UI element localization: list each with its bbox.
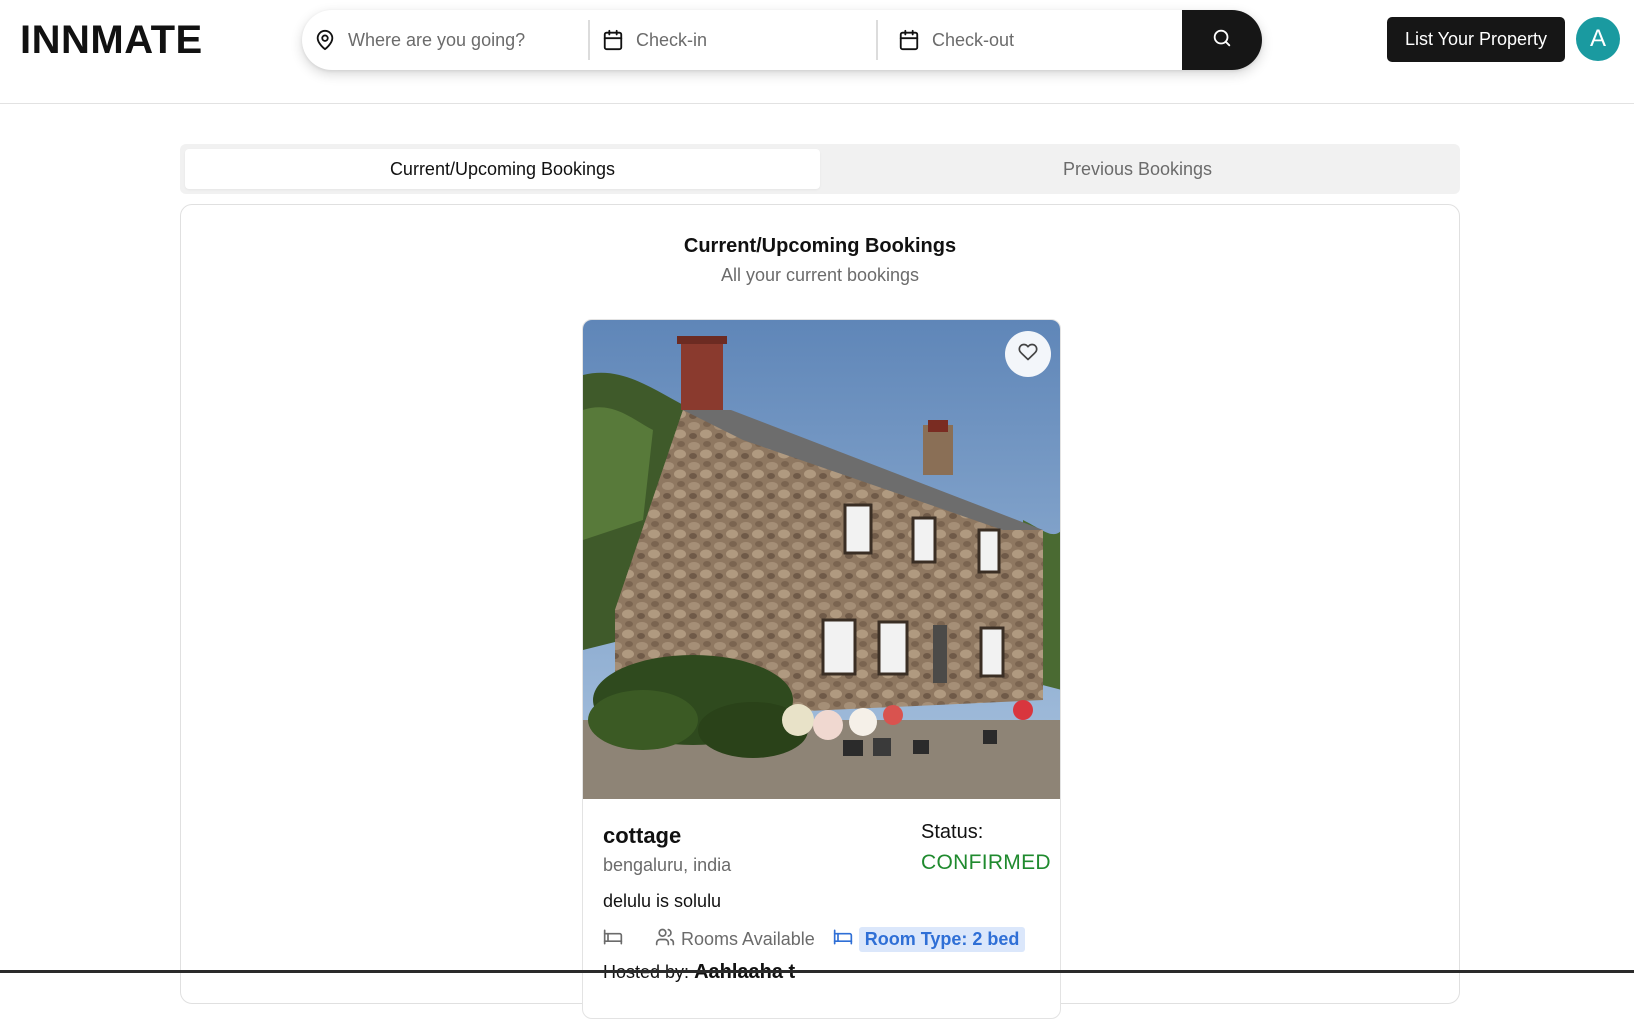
user-avatar[interactable]: A [1576,17,1620,61]
room-type-badge: Room Type: 2 bed [858,926,1026,952]
checkin-placeholder: Check-in [636,29,708,50]
users-icon [655,927,681,952]
panel-title: Current/Upcoming Bookings [683,235,957,257]
favorite-button[interactable] [1005,331,1051,377]
checkout-placeholder: Check-out [932,29,1015,50]
rooms-feature: Rooms Available [655,927,815,952]
status-label: Status: [921,821,984,843]
destination-placeholder: Where are you going? [348,29,526,50]
property-features: Rooms Available Room Type: 2 bed [603,925,1026,953]
tab-current-bookings[interactable]: Current/Upcoming Bookings [185,149,820,189]
bookings-panel: Current/Upcoming Bookings All your curre… [180,204,1460,1019]
property-description: delulu is solulu [603,891,722,911]
list-property-button[interactable]: List Your Property [1387,17,1565,62]
bed-feature [603,927,629,952]
destination-field[interactable]: Where are you going? [302,10,588,70]
status-badge: CONFIRMED [921,851,1051,874]
property-location: bengaluru, india [603,855,732,875]
search-bar: Where are you going? Check-in Check-out [302,10,1262,70]
calendar-icon [602,29,624,51]
property-photo [583,320,1060,799]
app-logo[interactable]: INNMATE [20,18,203,63]
bed-icon [833,927,859,952]
search-icon [1211,27,1233,54]
tab-previous-bookings[interactable]: Previous Bookings [820,149,1455,189]
bookings-tabs: Current/Upcoming Bookings Previous Booki… [180,144,1460,194]
rooms-label: Rooms Available [681,928,815,949]
checkout-field[interactable]: Check-out [876,20,1182,60]
booking-card[interactable]: cottage bengaluru, india delulu is solul… [582,319,1061,1019]
room-type-feature: Room Type: 2 bed [833,926,1026,952]
map-pin-icon [314,29,336,51]
property-name: cottage [603,823,682,848]
bed-icon [603,927,629,952]
top-navbar: INNMATE Where are you going? Check-in Ch… [0,0,1634,104]
heart-icon [1018,342,1038,367]
calendar-icon [898,29,920,51]
checkin-field[interactable]: Check-in [588,20,876,60]
panel-subtitle: All your current bookings [720,265,920,285]
search-button[interactable] [1182,10,1262,70]
